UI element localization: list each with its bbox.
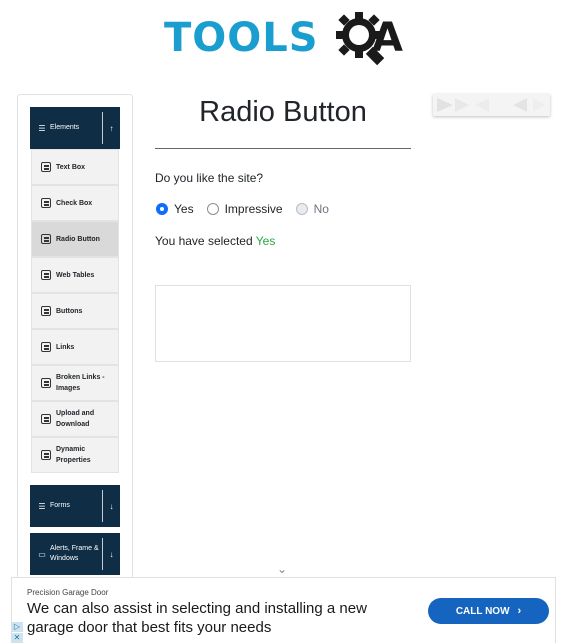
sidebar-item-label: Links [56,343,75,351]
result-text: You have selected Yes [155,234,411,248]
sidebar-item-label: Text Box [56,163,86,171]
sidebar-item-check-box[interactable]: Check Box [31,185,119,221]
sidebar-item-text-box[interactable]: Text Box [31,149,119,185]
group-alerts-frames-windows[interactable]: ▭ Alerts, Frame & Windows ↓ [30,533,120,575]
document-icon [41,270,51,280]
list-icon: ☰ [38,501,46,511]
radio-group: Yes Impressive No [155,202,411,216]
banner-text[interactable]: We can also assist in selecting and inst… [27,599,407,637]
radio-label: No [313,202,329,216]
document-icon [41,162,51,172]
sidebar-item-label: Upload and Download [56,410,95,428]
ad-arrows-icon [437,98,545,112]
document-icon [41,306,51,316]
arrow-down-icon[interactable]: ↓ [102,490,120,522]
chevron-right-icon: › [517,605,522,617]
logo-suffix: A [372,15,403,61]
sidebar-item-label: Buttons [56,307,83,315]
radio-yes[interactable]: Yes [155,202,194,216]
main-content: Radio Button Do you like the site? Yes I… [155,94,411,362]
ad-banner[interactable]: Precision Garage Door We can also assist… [11,577,556,643]
result-value: Yes [255,234,276,248]
sidebar-item-buttons[interactable]: Buttons [31,293,119,329]
window-icon: ▭ [38,549,46,559]
sidebar-item-web-tables[interactable]: Web Tables [31,257,119,293]
sidebar-item-label: Broken Links - Images [56,374,105,392]
arrow-down-icon[interactable]: ↓ [102,538,120,570]
radio-label[interactable]: Yes [174,202,194,216]
elements-menu: Text Box Check Box Radio Button Web Tabl… [31,149,119,473]
side-ad[interactable] [433,94,550,116]
radio-no: No [295,202,329,216]
sidebar-item-upload-download[interactable]: Upload and Download [31,401,119,437]
document-icon [41,450,51,460]
sidebar: ☰ Elements ↑ Text Box Check Box Radio Bu… [17,94,133,614]
call-now-button[interactable]: CALL NOW › [428,598,549,624]
document-icon [41,342,51,352]
document-icon [41,378,51,388]
sidebar-item-label: Radio Button [56,235,100,243]
logo-text: TOOLS [164,15,319,61]
sidebar-item-broken-links[interactable]: Broken Links - Images [31,365,119,401]
adchoices-icon[interactable]: ▷ [11,622,23,632]
sidebar-item-label: Dynamic Properties [56,446,91,464]
radio-impressive[interactable]: Impressive [206,202,283,216]
radio-indicator [295,203,308,215]
divider [155,148,411,149]
toolsqa-logo[interactable]: TOOLS A [164,10,410,70]
group-label: Elements [50,124,80,131]
document-icon [41,198,51,208]
document-icon [41,234,51,244]
group-label: Alerts, Frame & Windows [50,545,99,562]
sidebar-item-radio-button[interactable]: Radio Button [31,221,119,257]
sidebar-item-label: Web Tables [56,271,95,279]
sidebar-item-dynamic-properties[interactable]: Dynamic Properties [31,437,119,473]
result-prefix: You have selected [155,234,253,248]
radio-label[interactable]: Impressive [225,202,283,216]
banner-sponsor: Precision Garage Door [27,588,109,597]
group-label: Forms [50,502,70,509]
page-title: Radio Button [199,96,367,128]
cta-label: CALL NOW [455,605,510,617]
document-icon [41,414,51,424]
list-icon: ☰ [38,123,46,133]
ad-choices: ▷ ✕ [11,622,23,643]
group-forms[interactable]: ☰ Forms ↓ [30,485,120,527]
radio-indicator[interactable] [206,203,219,215]
sidebar-item-label: Check Box [56,199,93,207]
chevron-down-icon[interactable]: ⌄ [277,562,287,576]
question-text: Do you like the site? [155,171,264,185]
ad-placeholder [155,285,411,362]
sidebar-item-links[interactable]: Links [31,329,119,365]
radio-indicator[interactable] [156,203,168,215]
arrow-up-icon[interactable]: ↑ [102,112,120,144]
close-icon[interactable]: ✕ [11,633,23,643]
header: TOOLS A [0,0,576,80]
group-elements[interactable]: ☰ Elements ↑ [30,107,120,149]
